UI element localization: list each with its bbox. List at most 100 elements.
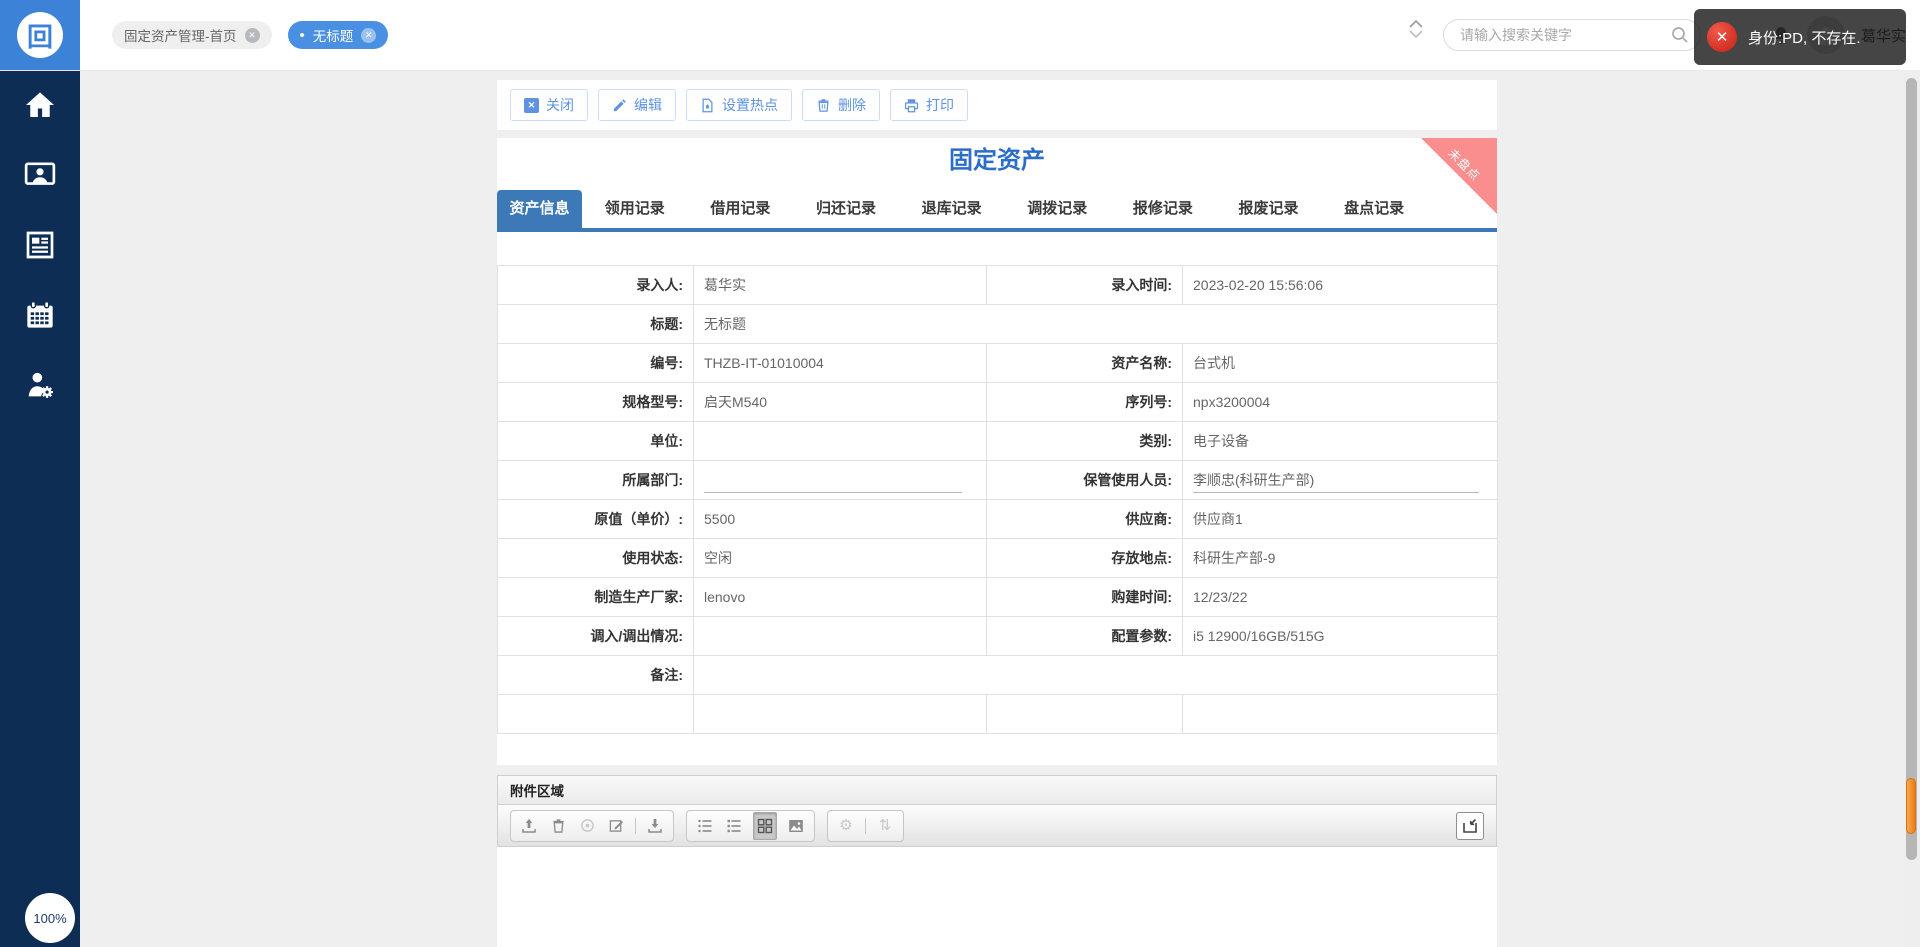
field-value: 2023-02-20 15:56:06: [1182, 265, 1498, 305]
download-button[interactable]: [645, 814, 665, 838]
tab-repair-records[interactable]: 报修记录: [1110, 190, 1216, 228]
open-tabs: 固定资产管理-首页 ✕ • 无标题 ✕: [112, 21, 389, 49]
tabs-underline: [497, 228, 1497, 232]
custodian-field[interactable]: 李顺忠(科研生产部): [1182, 460, 1498, 500]
settings-group: ⚙ ⇅: [827, 809, 904, 842]
tab-borrow-records[interactable]: 借用记录: [688, 190, 794, 228]
image-view-button[interactable]: [786, 814, 806, 838]
field-value: 科研生产部-9: [1182, 538, 1498, 578]
upload-icon: [522, 818, 536, 833]
import-icon: [1463, 818, 1477, 833]
attachment-content: [497, 847, 1497, 947]
edit-button[interactable]: 编辑: [598, 89, 676, 121]
tab-pill-untitled[interactable]: • 无标题 ✕: [287, 21, 389, 49]
tab-asset-info[interactable]: 资产信息: [497, 190, 582, 228]
grid-view-button[interactable]: [753, 811, 777, 840]
error-icon: ✕: [1707, 22, 1737, 52]
list-view-button[interactable]: [695, 814, 715, 838]
table-row: 原值（单价）: 5500 供应商: 供应商1: [497, 499, 1498, 539]
field-value: 无标题: [693, 304, 1498, 344]
tab-restock-records[interactable]: 退库记录: [899, 190, 1005, 228]
field-label: 序列号:: [986, 382, 1183, 422]
page-title: 固定资产: [949, 147, 1045, 174]
table-cell-empty: [1182, 694, 1498, 734]
table-row: 制造生产厂家: lenovo 购建时间: 12/23/22: [497, 577, 1498, 617]
contacts-icon: [24, 162, 56, 185]
sidebar-item-news[interactable]: [0, 210, 80, 280]
close-icon[interactable]: ✕: [244, 27, 260, 43]
home-icon: [26, 92, 54, 117]
table-row: 标题: 无标题: [497, 304, 1498, 344]
field-value: [693, 616, 987, 656]
toast-message: 身份:PD, 不存在.: [1748, 29, 1861, 47]
sidebar-item-calendar[interactable]: [0, 280, 80, 350]
delete-button[interactable]: 删除: [802, 89, 880, 121]
inner-scrollbar-thumb[interactable]: [1906, 778, 1916, 834]
gear-icon: ⚙: [839, 817, 853, 834]
field-label: 配置参数:: [986, 616, 1183, 656]
sidebar-item-user-settings[interactable]: [0, 350, 80, 420]
department-field[interactable]: [693, 460, 987, 500]
tab-pill-home[interactable]: 固定资产管理-首页 ✕: [112, 21, 272, 49]
table-row: 编号: THZB-IT-01010004 资产名称: 台式机: [497, 343, 1498, 383]
table-cell-empty: [986, 694, 1183, 734]
chevron-down-icon[interactable]: [1409, 30, 1423, 39]
attachment-settings-button: ⚙: [836, 814, 856, 838]
list-icon: [698, 819, 712, 832]
field-label: 制造生产厂家:: [497, 577, 694, 617]
field-label: 调入/调出情况:: [497, 616, 694, 656]
close-icon[interactable]: ✕: [361, 27, 377, 43]
attachment-title: 附件区域: [510, 784, 564, 799]
field-value: 电子设备: [1182, 421, 1498, 461]
tab-inventory-records[interactable]: 盘点记录: [1321, 190, 1427, 228]
tab-transfer-records[interactable]: 调拨记录: [1005, 190, 1111, 228]
sidebar-item-home[interactable]: [0, 70, 80, 140]
edit-attachment-button[interactable]: [606, 814, 626, 838]
news-icon: [26, 231, 54, 259]
asset-tabs: 资产信息 领用记录 借用记录 归还记录 退库记录 调拨记录 报修记录 报废记录 …: [497, 190, 1427, 228]
page-scrollbar-thumb[interactable]: [1906, 78, 1917, 860]
field-label: 购建时间:: [986, 577, 1183, 617]
search-icon[interactable]: [1671, 26, 1689, 44]
set-hotspot-button[interactable]: 设置热点: [686, 89, 792, 121]
record-toolbar: ✕ 关闭 编辑 设置热点 删除 打印: [497, 80, 1497, 130]
custodian-input[interactable]: 李顺忠(科研生产部): [1193, 468, 1479, 493]
print-button[interactable]: 打印: [890, 89, 968, 121]
department-input[interactable]: [704, 468, 962, 493]
sort-icon: ⇅: [878, 817, 892, 834]
field-label: 单位:: [497, 421, 694, 461]
upload-button[interactable]: [519, 814, 539, 838]
chevron-up-icon[interactable]: [1409, 19, 1423, 28]
table-cell-empty: [497, 694, 694, 734]
ribbon-label: 未盘点: [1445, 146, 1483, 184]
table-row: 录入人: 葛华实 录入时间: 2023-02-20 15:56:06: [497, 265, 1498, 305]
field-label: 编号:: [497, 343, 694, 383]
tab-return-records[interactable]: 归还记录: [793, 190, 899, 228]
app-logo[interactable]: 回: [0, 0, 80, 70]
close-button[interactable]: ✕ 关闭: [510, 89, 588, 121]
tab-scrap-records[interactable]: 报废记录: [1216, 190, 1322, 228]
field-label: 录入时间:: [986, 265, 1183, 305]
attachment-section: 附件区域 ⚙ ⇅: [497, 775, 1497, 947]
field-label: 供应商:: [986, 499, 1183, 539]
detail-list-view-button[interactable]: [724, 814, 744, 838]
field-label: 类别:: [986, 421, 1183, 461]
tab-requisition-records[interactable]: 领用记录: [582, 190, 688, 228]
table-row: 使用状态: 空闲 存放地点: 科研生产部-9: [497, 538, 1498, 578]
search-input[interactable]: [1443, 19, 1701, 51]
tab-pill-label: 固定资产管理-首页: [124, 29, 237, 44]
collapse-control[interactable]: [1404, 19, 1428, 39]
button-label: 删除: [838, 97, 866, 113]
sidebar: 100%: [0, 70, 80, 947]
user-settings-icon: [28, 372, 53, 398]
image-view-icon: [789, 819, 803, 832]
close-square-icon: ✕: [524, 97, 539, 113]
download-icon: [648, 818, 662, 833]
import-button[interactable]: [1456, 812, 1484, 840]
delete-attachment-button[interactable]: [548, 814, 568, 838]
table-row-empty: [497, 694, 1498, 734]
sidebar-item-contacts[interactable]: [0, 140, 80, 210]
calendar-icon: [27, 301, 53, 328]
divider: [865, 817, 866, 834]
zoom-badge[interactable]: 100%: [25, 893, 75, 943]
